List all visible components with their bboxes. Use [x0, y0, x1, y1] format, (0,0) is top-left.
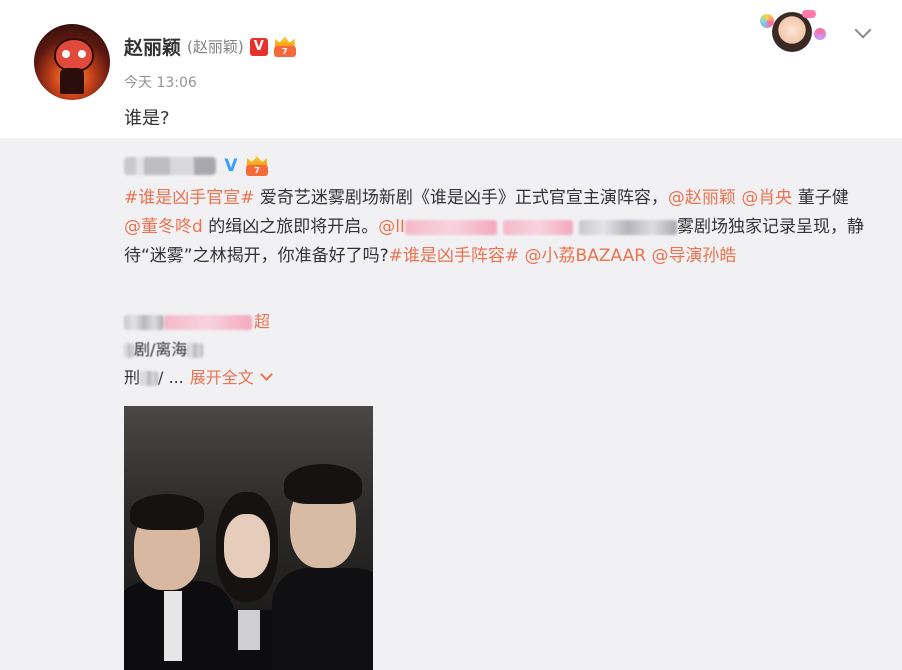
blurred-author-name[interactable] [124, 157, 216, 175]
comment-text: 剧/离海 [134, 340, 188, 359]
blurred-text [187, 342, 204, 358]
person-shirt [238, 610, 260, 650]
member-level: 7 [273, 45, 296, 57]
post-header: 赵丽颖 (赵丽颖) V 7 今天 13:06 谁是? [0, 0, 902, 138]
comment-ellipsis: / ... [158, 368, 184, 387]
blurred-mention [502, 219, 573, 235]
text-segment: 的缉凶之旅即将开启。 [202, 217, 379, 237]
poster-person-right [272, 456, 373, 670]
author-name[interactable]: 赵丽颖 [124, 33, 181, 60]
hashtag-link[interactable]: #谁是凶手官宣# [124, 188, 255, 208]
verified-badge-icon[interactable]: V [249, 37, 268, 56]
chevron-down-icon[interactable] [853, 21, 873, 42]
avatar-portrait [772, 12, 812, 52]
mention-link[interactable]: @赵丽颖 [668, 188, 736, 208]
member-level: 7 [246, 165, 268, 176]
person-body [272, 568, 373, 670]
follower-avatar-icon[interactable] [758, 6, 832, 54]
person-head [224, 514, 270, 578]
expand-chevron-icon [259, 368, 273, 381]
candy-decoration-2 [814, 28, 826, 40]
mention-link[interactable]: @小荔BAZAAR [525, 246, 646, 266]
comment-line: 剧/离海 [124, 336, 424, 364]
mention-link[interactable]: @董冬咚d [124, 217, 203, 237]
member-crown-icon[interactable]: 7 [273, 36, 296, 57]
mention-link[interactable]: @导演孙皓 [651, 246, 736, 266]
mention-link[interactable]: @lI [378, 217, 405, 237]
blurred-text [578, 219, 677, 235]
mention-link[interactable]: @肖央 [741, 188, 792, 208]
text-segment: 爱奇艺迷雾剧场新剧《谁是凶手》正式官宣主演阵容， [254, 188, 668, 208]
expand-full-text-link[interactable]: 展开全文 [189, 364, 273, 392]
avatar-face [54, 38, 94, 72]
avatar-eye-right [78, 50, 86, 58]
avatar-eye-left [62, 50, 70, 58]
post-text: 谁是? [124, 108, 170, 129]
text-segment: 董子健 [792, 188, 849, 208]
drama-poster-image[interactable] [124, 406, 373, 670]
blurred-text [124, 314, 164, 330]
comment-line: 刑 / ... 展开全文 [124, 364, 424, 392]
bow-decoration [802, 10, 816, 18]
avatar-figure [60, 68, 84, 94]
verified-blue-icon: V [224, 156, 238, 176]
author-remark: (赵丽颖) [187, 38, 244, 56]
comment-prefix: 刑 [124, 368, 141, 387]
comment-block: 超 剧/离海 刑 / ... 展开全文 [124, 308, 424, 392]
blurred-mention [404, 219, 497, 235]
blurred-text [124, 342, 134, 358]
blurred-text [140, 370, 159, 386]
author-avatar[interactable] [34, 24, 110, 100]
post-timestamp[interactable]: 今天 13:06 [124, 72, 197, 92]
person-shirt [164, 591, 182, 661]
member-crown-icon[interactable]: 7 [246, 156, 268, 176]
author-name-row: 赵丽颖 (赵丽颖) V 7 [124, 33, 296, 60]
blurred-text [164, 314, 252, 330]
chevron-shape [854, 21, 872, 39]
repost-text: #谁是凶手官宣# 爱奇艺迷雾剧场新剧《谁是凶手》正式官宣主演阵容，@赵丽颖 @肖… [124, 184, 864, 271]
hashtag-link[interactable]: #谁是凶手阵容# [389, 246, 520, 266]
comment-suffix[interactable]: 超 [254, 308, 270, 336]
original-author-row: V 7 [124, 156, 268, 176]
comment-line: 超 [124, 308, 424, 336]
expand-label: 展开全文 [189, 368, 254, 387]
person-hair [284, 464, 362, 504]
person-hair [130, 494, 204, 530]
